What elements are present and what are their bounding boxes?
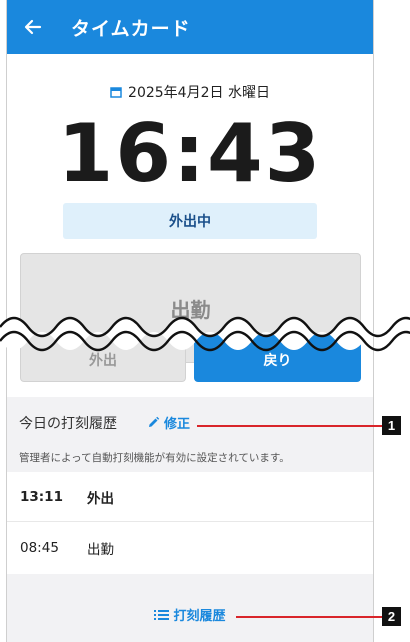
history-time: 08:45: [20, 540, 59, 556]
date-display: 2025年4月2日 水曜日: [7, 82, 373, 102]
date-text: 2025年4月2日 水曜日: [128, 85, 270, 101]
list-icon: [154, 609, 170, 620]
auto-stamp-note: 管理者によって自動打刻機能が有効に設定されています。: [19, 452, 290, 464]
edit-label: 修正: [164, 417, 191, 432]
history-time: 13:11: [20, 488, 63, 505]
history-row: 08:45 出勤: [7, 522, 373, 574]
history-type: 出勤: [87, 542, 114, 558]
app-title: タイムカード: [71, 18, 191, 40]
callout-badge-2: 2: [382, 607, 401, 626]
history-type: 外出: [87, 490, 114, 507]
back-button[interactable]: [19, 13, 47, 41]
pencil-icon: [149, 416, 160, 427]
callout-line-2: [236, 616, 382, 618]
arrow-left-icon: [24, 19, 42, 35]
history-section: 今日の打刻履歴 修正 管理者によって自動打刻機能が有効に設定されています。 13…: [7, 397, 373, 642]
current-time: 16:43: [57, 107, 323, 200]
history-title: 今日の打刻履歴: [19, 416, 117, 432]
history-row: 13:11 外出: [7, 472, 373, 522]
app-bar: タイムカード: [7, 0, 373, 54]
callout-line-1: [197, 425, 382, 427]
callout-badge-1: 1: [382, 416, 401, 435]
history-link-label: 打刻履歴: [173, 609, 226, 624]
calendar-icon: [110, 87, 122, 98]
status-badge: 外出中: [63, 203, 317, 239]
cut-wave-marker: [0, 316, 410, 352]
history-list: 13:11 外出 08:45 出勤: [7, 472, 373, 574]
edit-history-button[interactable]: 修正: [147, 413, 190, 432]
history-link[interactable]: 打刻履歴: [7, 605, 373, 624]
